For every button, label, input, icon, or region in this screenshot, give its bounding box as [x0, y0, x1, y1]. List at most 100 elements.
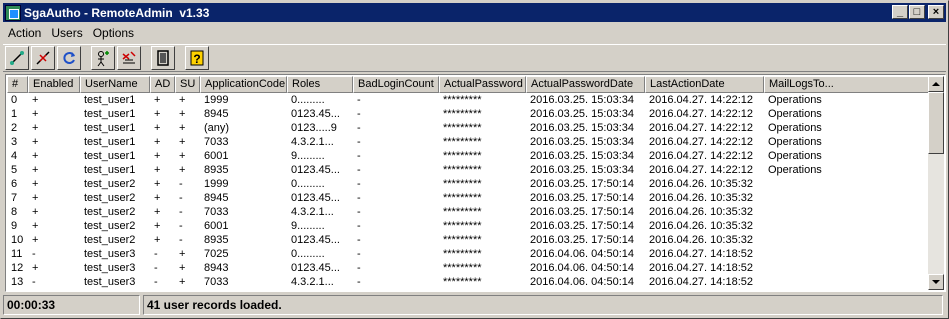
table-cell: test_user2	[84, 206, 136, 218]
main-window: SgaAutho - RemoteAdmin v1.33 _ □ × Actio…	[0, 0, 949, 319]
scroll-thumb[interactable]	[928, 92, 944, 154]
table-cell	[764, 219, 931, 233]
table-row[interactable]: 2 + test_user1 + + (any) 0123.....9 - ********* 2…	[7, 121, 931, 135]
disconnect-button[interactable]	[31, 46, 55, 70]
table-cell: 6001	[204, 150, 229, 162]
column-header[interactable]: #	[7, 76, 28, 93]
table-cell: +	[154, 178, 161, 190]
table-cell: 9	[11, 220, 18, 232]
table-cell: *********	[443, 164, 482, 176]
table-cell: 2016.04.27. 14:22:12	[649, 136, 753, 148]
minimize-button[interactable]: _	[892, 5, 908, 19]
table-row[interactable]: 13- test_user3- +7033 4.3.2.1... - ********* 2…	[7, 275, 931, 289]
add-user-button[interactable]	[91, 46, 115, 70]
table-cell: 2016.04.26. 10:35:32	[649, 234, 753, 246]
table-row[interactable]: 11- test_user3- +7025 0......... - ********* 2…	[7, 247, 931, 261]
column-header[interactable]: ApplicationCode	[200, 76, 287, 93]
table-cell: 6	[11, 178, 18, 190]
table-row[interactable]: 0 + test_user1 + +1999 0......... - ********* 20…	[7, 93, 931, 107]
table-cell: Operations	[768, 150, 822, 162]
table-row[interactable]: 12 + test_user3 - +8943 0123.45... - ********* 2…	[7, 261, 931, 275]
table-cell: +	[32, 136, 39, 148]
table-cell: +	[179, 164, 186, 176]
user-records-table[interactable]: # Enabled UserName AD SU ApplicationCode Roles…	[5, 74, 946, 292]
table-cell	[764, 177, 931, 191]
column-header[interactable]: AD	[150, 76, 175, 93]
scroll-down-button[interactable]	[928, 274, 944, 290]
menu-options[interactable]: Options	[88, 26, 139, 40]
table-cell: 8945	[204, 192, 229, 204]
table-cell: +	[154, 164, 161, 176]
close-icon: ×	[932, 6, 940, 18]
table-cell: -	[179, 220, 183, 232]
table-cell: 8935	[204, 234, 229, 246]
table-row[interactable]: 1 + test_user1 + +8945 0123.45... - ********* 20…	[7, 107, 931, 121]
table-cell: 0.........	[291, 178, 325, 190]
table-row[interactable]: 6 + test_user2 + - 1999 0......... - ********* 20…	[7, 177, 931, 191]
table-cell: *********	[443, 262, 482, 274]
app-icon[interactable]	[5, 4, 21, 21]
column-header[interactable]: ActualPassword	[439, 76, 526, 93]
table-cell: test_user1	[84, 150, 136, 162]
table-cell: 8943	[204, 262, 229, 274]
table-cell: -	[357, 136, 361, 148]
table-cell: +	[154, 206, 161, 218]
table-cell: +	[32, 220, 39, 232]
disconnect-icon	[36, 51, 50, 65]
column-header[interactable]: Enabled	[28, 76, 80, 93]
table-row[interactable]: 7 + test_user2 + - 8945 0123.45... - ********* 20…	[7, 191, 931, 205]
table-cell: 4.3.2.1...	[291, 206, 334, 218]
column-header[interactable]: UserName	[80, 76, 150, 93]
exit-button[interactable]	[151, 46, 175, 70]
table-cell: +	[32, 178, 39, 190]
title-bar[interactable]: SgaAutho - RemoteAdmin v1.33 _ □ ×	[3, 3, 946, 22]
table-cell: -	[357, 178, 361, 190]
table-cell: 2016.03.25. 17:50:14	[530, 192, 634, 204]
table-cell	[764, 247, 931, 261]
table-row[interactable]: 5 + test_user1 + +8935 0123.45... - ********* 20…	[7, 163, 931, 177]
menu-action[interactable]: Action	[3, 26, 46, 40]
table-row[interactable]: 8 + test_user2 + - 7033 4.3.2.1... - ********* 20…	[7, 205, 931, 219]
table-row[interactable]: 9 + test_user2 + - 6001 9......... - ********* 20…	[7, 219, 931, 233]
table-cell: *********	[443, 220, 482, 232]
table-cell: -	[357, 234, 361, 246]
table-cell: -	[357, 220, 361, 232]
maximize-button[interactable]: □	[909, 5, 925, 19]
table-cell: 0123.45...	[291, 192, 340, 204]
menu-users[interactable]: Users	[46, 26, 87, 40]
table-cell: *********	[443, 276, 482, 288]
close-button[interactable]: ×	[928, 5, 944, 19]
connect-button[interactable]	[5, 46, 29, 70]
table-cell: test_user1	[84, 108, 136, 120]
table-cell: 6001	[204, 220, 229, 232]
column-header[interactable]: BadLoginCount	[353, 76, 439, 93]
column-header[interactable]: MailLogsTo...	[764, 76, 931, 93]
help-button[interactable]: ?	[185, 46, 209, 70]
refresh-button[interactable]	[57, 46, 81, 70]
column-header[interactable]: Roles	[287, 76, 353, 93]
remove-user-button[interactable]	[117, 46, 141, 70]
table-cell: +	[179, 122, 186, 134]
column-header[interactable]: SU	[175, 76, 200, 93]
scroll-up-button[interactable]	[928, 76, 944, 92]
table-cell: 10	[11, 234, 24, 246]
table-cell: 9.........	[291, 150, 325, 162]
arrow-up-icon	[932, 82, 940, 86]
table-cell: 0.........	[291, 94, 325, 106]
column-header[interactable]: LastActionDate	[645, 76, 764, 93]
table-cell: 8945	[204, 108, 229, 120]
table-row[interactable]: 3 + test_user1 + +7033 4.3.2.1... - ********* 20…	[7, 135, 931, 149]
column-header[interactable]: ActualPasswordDate	[526, 76, 645, 93]
table-cell: *********	[443, 206, 482, 218]
status-timer: 00:00:33	[3, 295, 140, 315]
vertical-scrollbar[interactable]	[928, 76, 944, 290]
table-row[interactable]: 4 + test_user1 + +6001 9......... - ********* 20…	[7, 149, 931, 163]
table-cell: Operations	[768, 136, 822, 148]
table-cell: -	[357, 248, 361, 260]
table-cell: test_user1	[84, 164, 136, 176]
table-cell: 13	[11, 276, 24, 288]
table-row[interactable]: 10 + test_user2 + - 8935 0123.45... - ********* 2…	[7, 233, 931, 247]
table-cell: -	[179, 192, 183, 204]
table-cell: 5	[11, 164, 18, 176]
menu-bar: Action Users Options	[3, 23, 139, 42]
